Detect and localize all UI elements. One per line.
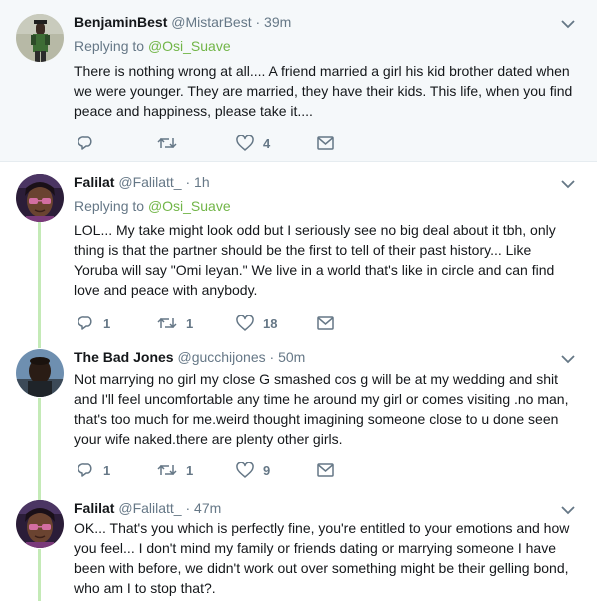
- timestamp[interactable]: · 47m: [185, 500, 221, 516]
- chevron-down-icon[interactable]: [561, 354, 575, 364]
- reply-button[interactable]: 1: [78, 460, 110, 480]
- reply-icon: [78, 316, 92, 330]
- user-handle[interactable]: @MistarBest: [171, 14, 251, 30]
- like-button[interactable]: 9: [236, 460, 270, 480]
- retweet-count: 1: [186, 315, 194, 331]
- like-icon: [236, 462, 254, 478]
- retweet-count: 1: [186, 462, 194, 478]
- tweet-the-bad-jones[interactable]: The Bad Jones @gucchijones · 50m Not mar…: [0, 337, 597, 489]
- replying-label: Replying to: [74, 198, 145, 214]
- retweet-icon: [157, 317, 177, 329]
- tweet-falilat-reply[interactable]: Falilat @Falilatt_ · 47m OK... That's yo…: [0, 490, 597, 601]
- tweet-header: The Bad Jones @gucchijones · 50m: [74, 349, 305, 365]
- dm-button[interactable]: [317, 313, 334, 333]
- chevron-down-icon[interactable]: [561, 19, 575, 29]
- avatar[interactable]: [16, 500, 64, 548]
- display-name[interactable]: Falilat: [74, 500, 114, 516]
- tweet-text: LOL... My take might look odd but I seri…: [74, 222, 556, 298]
- like-icon: [236, 135, 254, 151]
- retweet-icon: [157, 464, 177, 476]
- display-name[interactable]: The Bad Jones: [74, 349, 174, 365]
- dm-icon: [317, 136, 334, 150]
- tweet-benjaminbest[interactable]: BenjaminBest @MistarBest · 39m Replying …: [0, 0, 597, 162]
- reply-button[interactable]: 1: [78, 313, 110, 333]
- display-name[interactable]: Falilat: [74, 174, 114, 190]
- tweet-text: Not marrying no girl my close G smashed …: [74, 371, 569, 447]
- avatar[interactable]: [16, 349, 64, 397]
- mention-link[interactable]: @Osi_Suave: [148, 198, 231, 214]
- tweet-text: OK... That's you which is perfectly fine…: [74, 520, 570, 596]
- replying-to: Replying to @Osi_Suave: [74, 38, 231, 54]
- retweet-icon: [157, 137, 177, 149]
- reply-icon: [78, 136, 92, 150]
- dm-button[interactable]: [317, 460, 334, 480]
- dm-button[interactable]: [317, 133, 334, 153]
- chevron-down-icon[interactable]: [561, 179, 575, 189]
- avatar[interactable]: [16, 14, 64, 62]
- avatar[interactable]: [16, 174, 64, 222]
- dm-icon: [317, 316, 334, 330]
- user-handle[interactable]: @Falilatt_: [118, 174, 181, 190]
- like-count: 4: [263, 135, 271, 151]
- reply-count: 1: [103, 462, 111, 478]
- reply-button[interactable]: [78, 133, 103, 153]
- dm-icon: [317, 463, 334, 477]
- reply-count: 1: [103, 315, 111, 331]
- tweet-header: Falilat @Falilatt_ · 47m: [74, 500, 221, 516]
- timestamp[interactable]: · 39m: [255, 14, 291, 30]
- tweet-text: There is nothing wrong at all.... A frie…: [74, 63, 573, 119]
- retweet-button[interactable]: [157, 133, 186, 153]
- like-count: 18: [263, 315, 278, 331]
- timestamp[interactable]: · 1h: [185, 174, 209, 190]
- replying-to: Replying to @Osi_Suave: [74, 198, 231, 214]
- tweet-falilat[interactable]: Falilat @Falilatt_ · 1h Replying to @Osi…: [0, 162, 597, 336]
- user-handle[interactable]: @gucchijones: [177, 349, 265, 365]
- retweet-button[interactable]: 1: [157, 313, 193, 333]
- tweet-header: Falilat @Falilatt_ · 1h: [74, 174, 210, 190]
- like-button[interactable]: 4: [236, 133, 270, 153]
- replying-label: Replying to: [74, 38, 145, 54]
- reply-icon: [78, 463, 92, 477]
- like-count: 9: [263, 462, 271, 478]
- timestamp[interactable]: · 50m: [270, 349, 306, 365]
- like-icon: [236, 315, 254, 331]
- retweet-button[interactable]: 1: [157, 460, 193, 480]
- tweet-header: BenjaminBest @MistarBest · 39m: [74, 14, 291, 30]
- user-handle[interactable]: @Falilatt_: [118, 500, 181, 516]
- display-name[interactable]: BenjaminBest: [74, 14, 167, 30]
- like-button[interactable]: 18: [236, 313, 277, 333]
- chevron-down-icon[interactable]: [561, 505, 575, 515]
- mention-link[interactable]: @Osi_Suave: [148, 38, 231, 54]
